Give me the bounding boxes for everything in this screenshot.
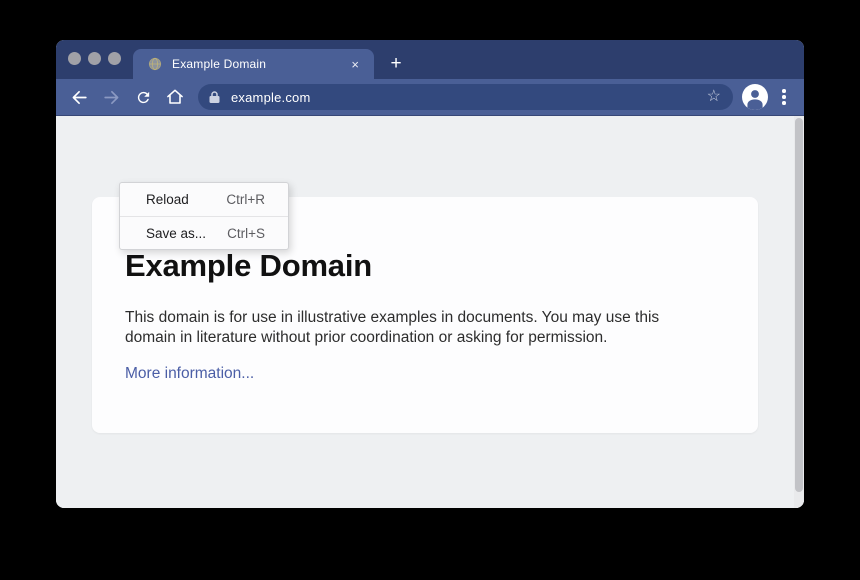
context-menu: Reload Ctrl+R Save as... Ctrl+S	[119, 182, 289, 250]
minimize-window-button[interactable]	[88, 52, 101, 65]
kebab-menu-icon	[782, 89, 786, 93]
forward-icon	[102, 88, 121, 107]
tab-close-icon[interactable]: ×	[348, 56, 362, 73]
more-information-link[interactable]: More information...	[125, 365, 254, 383]
menu-item-save-as[interactable]: Save as... Ctrl+S	[120, 216, 288, 249]
profile-button[interactable]	[742, 84, 768, 110]
scrollbar[interactable]	[794, 116, 804, 508]
bookmark-star-icon[interactable]: ☆	[703, 89, 725, 105]
kebab-menu-icon	[782, 95, 786, 99]
reload-button[interactable]	[130, 84, 156, 110]
tab-example-domain[interactable]: Example Domain ×	[133, 49, 374, 79]
screen: Example Domain × +	[0, 0, 860, 580]
back-icon	[70, 88, 89, 107]
menu-item-shortcut: Ctrl+R	[226, 192, 265, 207]
menu-item-label: Reload	[146, 192, 189, 207]
close-window-button[interactable]	[68, 52, 81, 65]
navigation-toolbar: example.com ☆	[56, 79, 804, 116]
url-text[interactable]: example.com	[231, 90, 703, 105]
menu-item-label: Save as...	[146, 226, 206, 241]
scrollbar-thumb[interactable]	[795, 118, 803, 492]
page-paragraph: This domain is for use in illustrative e…	[125, 308, 713, 348]
globe-favicon-icon	[148, 57, 162, 71]
tab-title: Example Domain	[172, 57, 348, 71]
person-icon	[742, 84, 768, 110]
titlebar: Example Domain × +	[56, 40, 804, 79]
window-controls	[68, 52, 121, 65]
forward-button[interactable]	[98, 84, 124, 110]
address-bar[interactable]: example.com ☆	[198, 84, 733, 110]
zoom-window-button[interactable]	[108, 52, 121, 65]
new-tab-button[interactable]: +	[386, 49, 406, 79]
browser-window: Example Domain × +	[56, 40, 804, 508]
menu-item-reload[interactable]: Reload Ctrl+R	[120, 183, 288, 216]
page-content: Example Domain This domain is for use in…	[56, 116, 804, 508]
page-heading: Example Domain	[125, 249, 718, 283]
home-button[interactable]	[162, 84, 188, 110]
home-icon	[165, 87, 185, 107]
lock-icon	[208, 90, 221, 104]
back-button[interactable]	[66, 84, 92, 110]
menu-item-shortcut: Ctrl+S	[227, 226, 265, 241]
browser-menu-button[interactable]	[778, 89, 790, 105]
kebab-menu-icon	[782, 101, 786, 105]
reload-icon	[135, 89, 152, 106]
